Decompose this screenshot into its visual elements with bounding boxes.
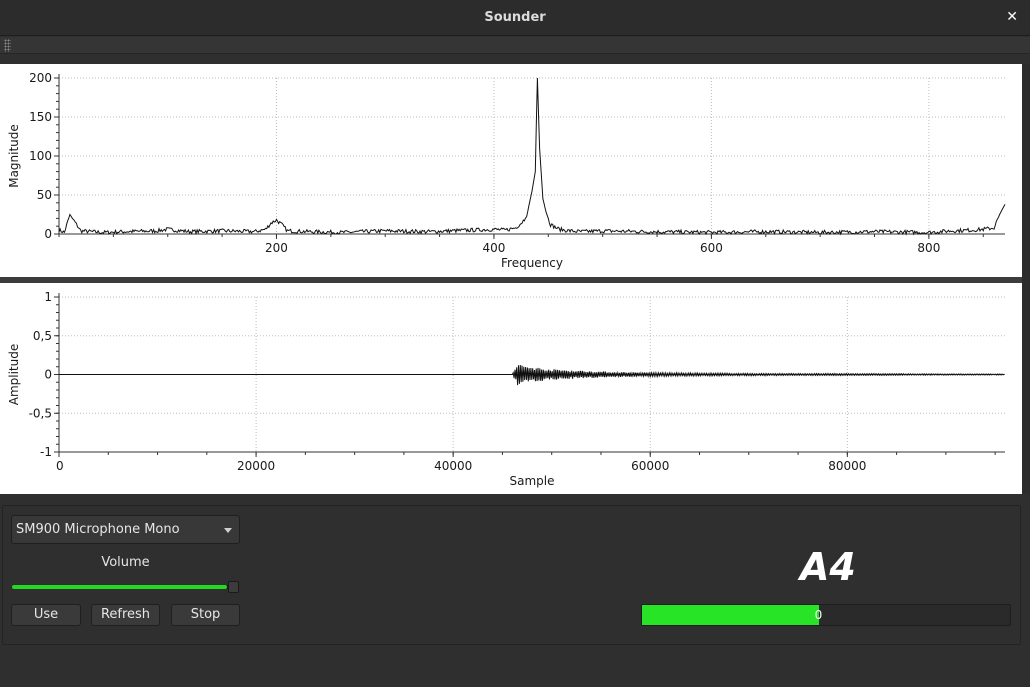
toolbar bbox=[0, 37, 1030, 54]
x-tick-label: 800 bbox=[917, 241, 940, 255]
x-tick-label: 200 bbox=[265, 241, 288, 255]
y-tick-label: 0,5 bbox=[33, 329, 52, 343]
y-tick-label: 200 bbox=[29, 71, 52, 85]
title-bar[interactable]: Sounder ✕ bbox=[0, 0, 1030, 36]
volume-slider-fill bbox=[12, 585, 228, 589]
waveform-chart: 0 20000 40000 60000 80000 1 0,5 0 -0,5 -1 Sample Am… bbox=[7, 290, 1005, 488]
waveform-series-line bbox=[59, 364, 1005, 386]
refresh-button[interactable]: Refresh bbox=[91, 604, 160, 626]
y-tick-label: 0 bbox=[44, 227, 52, 241]
x-tick-label: 20000 bbox=[237, 459, 275, 473]
window-title: Sounder bbox=[484, 10, 546, 25]
close-icon[interactable]: ✕ bbox=[1006, 9, 1018, 25]
y-tick-label: 150 bbox=[29, 110, 52, 124]
waveform-plot: 0 20000 40000 60000 80000 1 0,5 0 -0,5 -1 Sample Am… bbox=[0, 283, 1022, 494]
stop-button[interactable]: Stop bbox=[171, 604, 240, 626]
y-tick-label: -0,5 bbox=[29, 406, 52, 420]
sounder-window: Sounder ✕ 200 400 600 800 0 50 100 150 200 Freque… bbox=[0, 0, 1030, 687]
detected-note: A4 bbox=[800, 545, 856, 589]
y-tick-label: 1 bbox=[44, 290, 52, 304]
x-tick-label: 60000 bbox=[631, 459, 669, 473]
x-axis-title: Frequency bbox=[501, 256, 563, 270]
x-tick-label: 80000 bbox=[828, 459, 866, 473]
y-tick-label: 50 bbox=[37, 188, 52, 202]
y-tick-label: 100 bbox=[29, 149, 52, 163]
volume-slider-handle[interactable] bbox=[228, 581, 239, 593]
x-tick-label: 40000 bbox=[434, 459, 472, 473]
device-select[interactable]: SM900 Microphone Mono bbox=[11, 515, 240, 544]
y-tick-label: -1 bbox=[40, 445, 52, 459]
progress-fill bbox=[642, 605, 819, 625]
x-tick-label: 400 bbox=[482, 241, 505, 255]
device-select-value: SM900 Microphone Mono bbox=[16, 522, 180, 537]
tuning-progress-bar: 0 bbox=[641, 604, 1011, 626]
x-tick-label: 0 bbox=[56, 459, 64, 473]
spectrum-chart: 200 400 600 800 0 50 100 150 200 Frequency Magnitu… bbox=[7, 71, 1006, 270]
side-strip bbox=[1022, 64, 1030, 494]
y-tick-label: 0 bbox=[44, 368, 52, 382]
x-axis-title: Sample bbox=[510, 474, 555, 488]
x-tick-label: 600 bbox=[700, 241, 723, 255]
toolbar-grip-icon[interactable] bbox=[4, 39, 11, 52]
volume-slider-track[interactable] bbox=[12, 585, 234, 589]
use-button[interactable]: Use bbox=[11, 604, 81, 626]
chevron-down-icon bbox=[224, 528, 232, 533]
volume-label: Volume bbox=[101, 555, 150, 570]
spectrum-plot: 200 400 600 800 0 50 100 150 200 Frequency Magnitu… bbox=[0, 64, 1022, 277]
y-axis-title: Amplitude bbox=[7, 344, 21, 406]
progress-text: 0 bbox=[814, 608, 823, 622]
y-axis-title: Magnitude bbox=[7, 124, 21, 188]
